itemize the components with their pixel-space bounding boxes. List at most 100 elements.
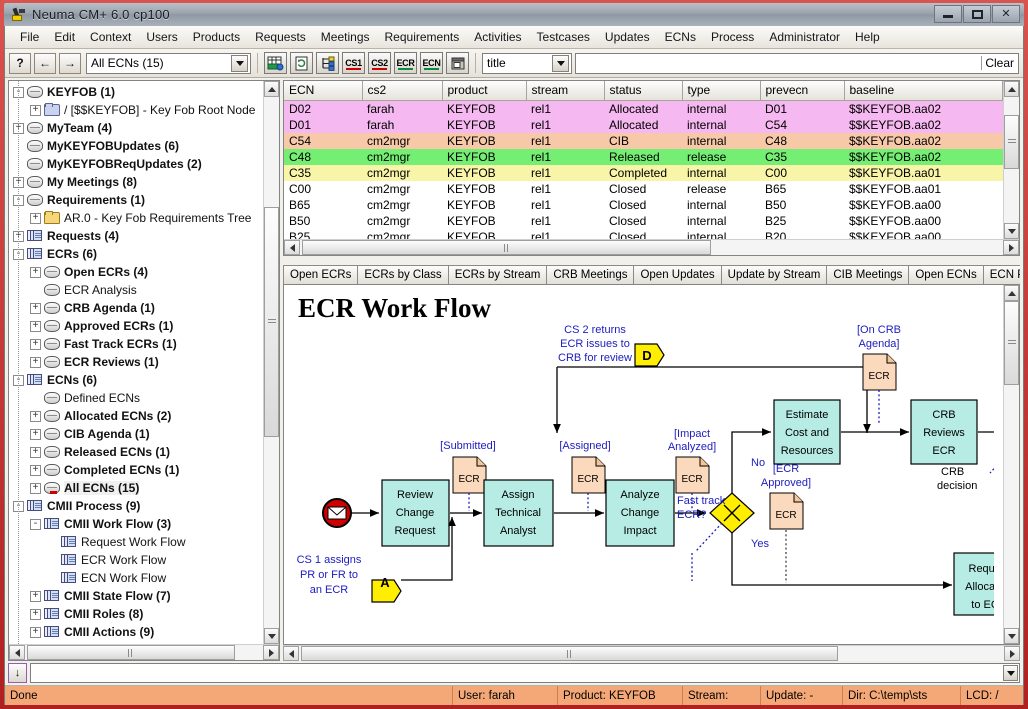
command-input[interactable] — [30, 663, 1020, 683]
tree-item[interactable]: +CMII State Flow (7) — [9, 587, 263, 605]
tree-item[interactable]: ECR Work Flow — [9, 551, 263, 569]
grid-scroll-up-button[interactable] — [1004, 81, 1019, 97]
window-icon[interactable] — [446, 52, 469, 74]
tree-expander[interactable]: + — [30, 609, 41, 620]
table-row[interactable]: D01farahKEYFOBrel1AllocatedinternalC54$$… — [284, 117, 1003, 133]
tab-open-updates[interactable]: Open Updates — [633, 265, 721, 284]
table-row[interactable]: D02farahKEYFOBrel1AllocatedinternalD01$$… — [284, 100, 1003, 117]
tree-item[interactable]: +Fast Track ECRs (1) — [9, 335, 263, 353]
tab-crb-meetings[interactable]: CRB Meetings — [546, 265, 634, 284]
tree-expander[interactable]: + — [30, 411, 41, 422]
tree-expander[interactable]: + — [30, 483, 41, 494]
table-row[interactable]: B25cm2mgrKEYFOBrel1ClosedinternalB20$$KE… — [284, 229, 1003, 240]
tree-expander[interactable]: + — [30, 591, 41, 602]
menu-item-file[interactable]: File — [13, 27, 46, 47]
tree-scroll-up-button[interactable] — [264, 81, 279, 97]
table-row[interactable]: B50cm2mgrKEYFOBrel1ClosedinternalB25$$KE… — [284, 213, 1003, 229]
menu-item-requirements[interactable]: Requirements — [378, 27, 467, 47]
tree-item[interactable]: +Requests (4) — [9, 227, 263, 245]
diagram-scroll-thumb[interactable] — [1004, 301, 1019, 385]
grid-scroll-thumb[interactable] — [1004, 115, 1019, 169]
tree-expander[interactable]: + — [30, 465, 41, 476]
forward-button[interactable]: → — [59, 53, 81, 74]
tab-ecrs-by-stream[interactable]: ECRs by Stream — [448, 265, 548, 284]
tree-item[interactable]: +AR.0 - Key Fob Requirements Tree — [9, 209, 263, 227]
command-history-button[interactable]: ↓ — [8, 663, 27, 683]
tree-expander[interactable]: - — [30, 519, 41, 530]
back-button[interactable]: ← — [34, 53, 56, 74]
tree-item[interactable]: +ECR Reviews (1) — [9, 353, 263, 371]
grid-hscroll-track[interactable] — [300, 240, 1003, 255]
menu-item-edit[interactable]: Edit — [47, 27, 82, 47]
context-combo[interactable]: All ECNs (15) — [86, 53, 251, 74]
menu-item-testcases[interactable]: Testcases — [530, 27, 597, 47]
column-header-ecn[interactable]: ECN — [284, 81, 362, 100]
tree-item[interactable]: +CMII Roles (8) — [9, 605, 263, 623]
grid-scroll-down-button[interactable] — [1004, 223, 1019, 239]
tree-item[interactable]: MyKEYFOBReqUpdates (2) — [9, 155, 263, 173]
menu-item-ecns[interactable]: ECNs — [658, 27, 703, 47]
column-header-type[interactable]: type — [682, 81, 760, 100]
tab-update-by-stream[interactable]: Update by Stream — [721, 265, 828, 284]
diagram-horizontal-scrollbar[interactable] — [283, 645, 1020, 661]
tree-expander[interactable]: + — [30, 267, 41, 278]
diagram-vertical-scrollbar[interactable] — [1003, 285, 1019, 644]
tree-item[interactable]: Defined ECNs — [9, 389, 263, 407]
ecr-icon[interactable]: ECR — [394, 52, 417, 74]
column-header-cs2[interactable]: cs2 — [362, 81, 442, 100]
tree-item[interactable]: Request Work Flow — [9, 533, 263, 551]
cs2-icon[interactable]: CS2 — [368, 52, 391, 74]
menu-item-users[interactable]: Users — [139, 27, 184, 47]
table-row[interactable]: C48cm2mgrKEYFOBrel1ReleasedreleaseC35$$K… — [284, 149, 1003, 165]
table-row[interactable]: C00cm2mgrKEYFOBrel1ClosedreleaseB65$$KEY… — [284, 181, 1003, 197]
grid-horizontal-scrollbar[interactable] — [284, 239, 1019, 255]
tree-expander[interactable]: + — [30, 303, 41, 314]
tree-item[interactable]: +CMII Actions (9) — [9, 623, 263, 641]
diagram-scroll-right-button[interactable] — [1004, 646, 1020, 661]
filter-field-combo[interactable]: title — [482, 53, 572, 74]
tree-expander[interactable]: + — [30, 447, 41, 458]
grid-hscroll-thumb[interactable] — [302, 240, 711, 255]
column-header-product[interactable]: product — [442, 81, 526, 100]
tree-item[interactable]: +CRB Agenda (1) — [9, 299, 263, 317]
table-row[interactable]: B65cm2mgrKEYFOBrel1ClosedinternalB50$$KE… — [284, 197, 1003, 213]
ecn-table[interactable]: ECNcs2productstreamstatustypeprevecnbase… — [284, 81, 1003, 239]
tree-body[interactable]: -KEYFOB (1)+/ [$$KEYFOB] - Key Fob Root … — [9, 81, 263, 644]
tree-item[interactable]: -KEYFOB (1) — [9, 83, 263, 101]
tree-horizontal-scrollbar[interactable] — [9, 644, 279, 660]
tree-item[interactable]: +MyTeam (4) — [9, 119, 263, 137]
menu-item-updates[interactable]: Updates — [598, 27, 657, 47]
menu-item-meetings[interactable]: Meetings — [314, 27, 377, 47]
diagram-scroll-left-button[interactable] — [283, 646, 299, 661]
grid-scroll-track[interactable] — [1004, 97, 1019, 223]
search-input[interactable]: Clear — [575, 53, 1019, 74]
tab-open-ecrs[interactable]: Open ECRs — [283, 265, 358, 284]
refresh-icon[interactable] — [290, 52, 313, 74]
tree-item[interactable]: MyKEYFOBUpdates (6) — [9, 137, 263, 155]
tree-item[interactable]: ECR Analysis — [9, 281, 263, 299]
tree-hscroll-thumb[interactable] — [27, 645, 235, 660]
tree-expander[interactable]: + — [30, 321, 41, 332]
grid-scroll-right-button[interactable] — [1003, 240, 1019, 255]
tree-item[interactable]: +Released ECNs (1) — [9, 443, 263, 461]
tree-expander[interactable]: + — [30, 627, 41, 638]
tree-scroll-thumb[interactable] — [264, 207, 279, 437]
menu-item-help[interactable]: Help — [848, 27, 887, 47]
close-button[interactable]: ✕ — [992, 5, 1020, 23]
tree-item[interactable]: -ECRs (6) — [9, 245, 263, 263]
table-row[interactable]: C54cm2mgrKEYFOBrel1CIBinternalC48$$KEYFO… — [284, 133, 1003, 149]
tree-item[interactable]: +/ [$$KEYFOB] - Key Fob Root Node — [9, 101, 263, 119]
tree-expander[interactable]: + — [30, 429, 41, 440]
tree-scroll-right-button[interactable] — [263, 645, 279, 660]
tree-item[interactable]: +All ECNs (15) — [9, 479, 263, 497]
diagram-scroll-down-button[interactable] — [1004, 628, 1019, 644]
tree-expander[interactable]: + — [30, 105, 41, 116]
menu-item-requests[interactable]: Requests — [248, 27, 313, 47]
column-header-baseline[interactable]: baseline — [844, 81, 1003, 100]
column-header-stream[interactable]: stream — [526, 81, 604, 100]
grid-green-icon[interactable] — [264, 52, 287, 74]
tab-cib-meetings[interactable]: CIB Meetings — [826, 265, 909, 284]
column-header-prevecn[interactable]: prevecn — [760, 81, 844, 100]
menu-item-activities[interactable]: Activities — [467, 27, 528, 47]
tab-ecrs-by-class[interactable]: ECRs by Class — [357, 265, 448, 284]
